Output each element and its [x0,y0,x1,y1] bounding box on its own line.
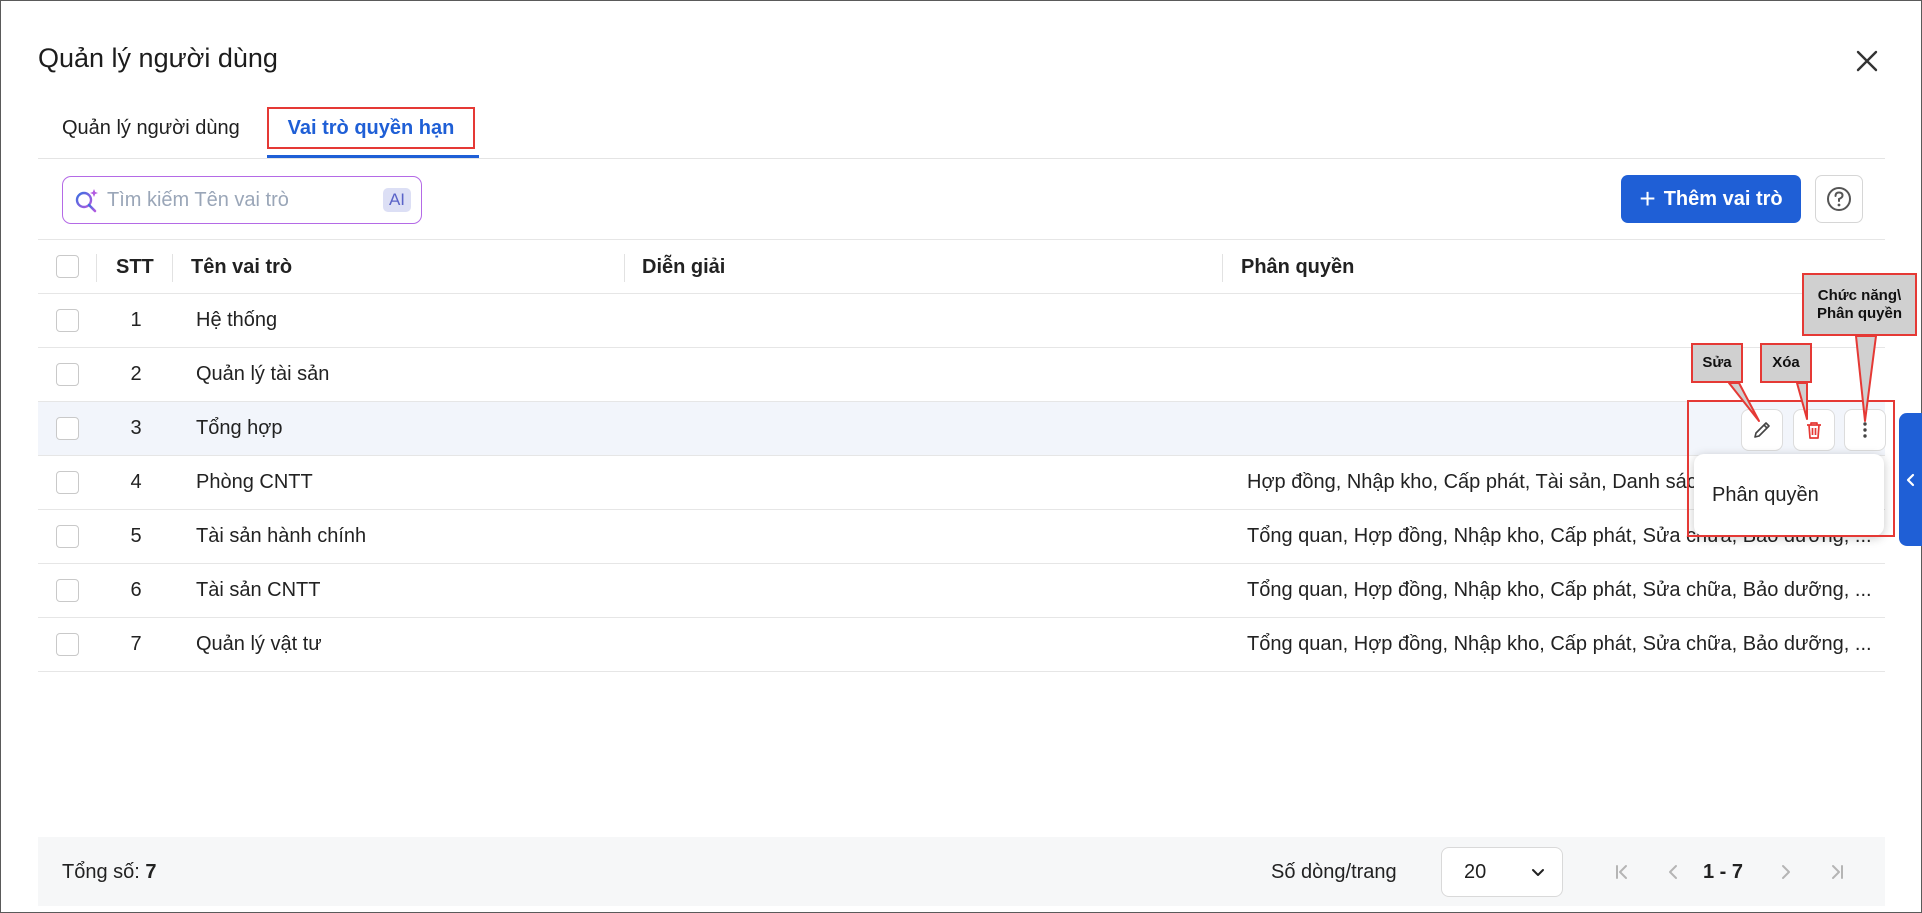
close-icon [1856,50,1878,72]
row-stt: 4 [130,471,142,493]
table-row[interactable]: 5 Tài sản hành chính Tổng quan, Hợp đồng… [38,510,1885,564]
search-input[interactable] [107,188,377,212]
table-footer: Tổng số: 7 Số dòng/trang 20 1 - 7 [38,837,1885,906]
add-role-button[interactable]: + Thêm vai trò [1621,175,1801,223]
row-role-name: Quản lý vật tư [196,633,322,655]
row-checkbox[interactable] [56,417,79,440]
row-role-name: Tài sản hành chính [196,525,367,547]
select-all-checkbox[interactable] [56,255,79,278]
rows-per-page-value: 20 [1464,860,1487,883]
row-stt: 5 [130,525,142,547]
total-value: 7 [145,861,157,883]
total-count: Tổng số: 7 [62,861,157,884]
row-stt: 1 [130,309,142,331]
row-checkbox[interactable] [56,471,79,494]
chevron-left-icon [1906,473,1915,486]
close-button[interactable] [1849,43,1885,79]
prev-page-button[interactable] [1660,859,1686,885]
tab-roles-permissions[interactable]: Vai trò quyền hạn [267,107,475,149]
row-role-name: Hệ thống [196,309,278,331]
ai-badge[interactable]: AI [382,188,411,212]
search-box[interactable]: AI [62,176,422,224]
annotation-function: Chức năng\ Phân quyền [1802,273,1917,336]
table-row[interactable]: 1 Hệ thống [38,294,1885,348]
annotation-edit: Sửa [1691,343,1743,383]
row-checkbox[interactable] [56,579,79,602]
row-role-name: Tổng hợp [196,417,283,439]
row-checkbox[interactable] [56,309,79,332]
next-page-button[interactable] [1773,859,1799,885]
tabs-divider [38,158,1885,159]
row-checkbox[interactable] [56,633,79,656]
tab-user-management[interactable]: Quản lý người dùng [62,117,240,140]
last-page-button[interactable] [1824,859,1850,885]
annotation-delete: Xóa [1760,343,1812,383]
row-menu-item-label: Phân quyền [1712,483,1819,506]
first-page-button[interactable] [1609,859,1635,885]
rows-per-page-select[interactable]: 20 [1441,847,1563,897]
first-page-icon [1616,865,1627,879]
row-menu-permissions[interactable]: Phân quyền [1694,454,1884,536]
help-icon [1827,187,1851,211]
row-stt: 6 [130,579,142,601]
header-role-name[interactable]: Tên vai trò [191,256,292,279]
column-separator [1222,254,1223,282]
row-checkbox[interactable] [56,363,79,386]
search-sparkle-icon [75,189,98,213]
last-page-icon [1832,865,1843,879]
dialog-title: Quản lý người dùng [38,43,278,73]
table-row[interactable]: 2 Quản lý tài sản [38,348,1885,402]
row-stt: 2 [130,363,142,385]
row-stt: 7 [130,633,142,655]
column-separator [172,254,173,282]
chevron-down-icon [1532,869,1544,876]
header-permissions[interactable]: Phân quyền [1241,256,1354,279]
header-stt: STT [116,256,154,278]
plus-icon: + [1639,183,1656,214]
more-vertical-icon [1863,422,1867,438]
trash-icon [1807,422,1821,439]
table-header: STT Tên vai trò Diễn giải Phân quyền [38,239,1885,294]
table-row[interactable]: 7 Quản lý vật tư Tổng quan, Hợp đồng, Nh… [38,618,1885,672]
prev-page-icon [1669,865,1677,879]
row-role-name: Tài sản CNTT [196,579,321,601]
table-row-hovered[interactable]: 3 Tổng hợp [38,402,1885,456]
row-stt: 3 [130,417,142,439]
table-row[interactable]: 4 Phòng CNTT Hợp đồng, Nhập kho, Cấp phá… [38,456,1885,510]
delete-button[interactable] [1793,409,1835,451]
row-checkbox[interactable] [56,525,79,548]
roles-table: STT Tên vai trò Diễn giải Phân quyền 1 H… [38,239,1885,672]
row-permissions: Tổng quan, Hợp đồng, Nhập kho, Cấp phát,… [1247,579,1872,601]
pencil-icon [1754,422,1770,438]
row-role-name: Phòng CNTT [196,471,313,493]
rows-per-page-label: Số dòng/trang [1271,861,1397,883]
edit-button[interactable] [1741,409,1783,451]
tab-roles-label: Vai trò quyền hạn [287,116,455,139]
total-label: Tổng số: [62,861,140,883]
dialog-frame: Quản lý người dùng Quản lý người dùng Va… [0,0,1922,913]
add-role-label: Thêm vai trò [1663,187,1783,210]
page-range: 1 - 7 [1703,861,1744,883]
table-row[interactable]: 6 Tài sản CNTT Tổng quan, Hợp đồng, Nhập… [38,564,1885,618]
row-role-name: Quản lý tài sản [196,363,330,385]
column-separator [96,254,97,282]
next-page-icon [1782,865,1790,879]
header-description[interactable]: Diễn giải [642,256,725,279]
more-actions-button[interactable] [1844,409,1886,451]
column-separator [624,254,625,282]
side-panel-toggle[interactable] [1899,413,1922,546]
help-button[interactable] [1815,175,1863,223]
row-permissions: Tổng quan, Hợp đồng, Nhập kho, Cấp phát,… [1247,633,1872,655]
